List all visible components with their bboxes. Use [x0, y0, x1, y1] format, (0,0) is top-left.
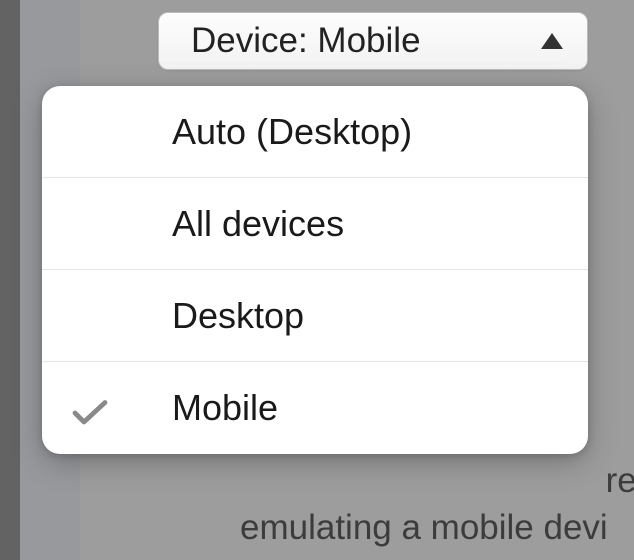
- chevron-up-icon: [541, 33, 563, 49]
- dropdown-item-label: Auto (Desktop): [172, 111, 568, 153]
- dropdown-item-label: Desktop: [172, 295, 568, 337]
- dropdown-item-label: Mobile: [172, 387, 568, 429]
- dropdown-item-mobile[interactable]: Mobile: [42, 362, 588, 454]
- check-icon: [72, 394, 108, 422]
- dropdown-item-auto-desktop[interactable]: Auto (Desktop): [42, 86, 588, 178]
- dropdown-item-all-devices[interactable]: All devices: [42, 178, 588, 270]
- device-dropdown-label: Device: Mobile: [191, 21, 421, 61]
- dropdown-item-desktop[interactable]: Desktop: [42, 270, 588, 362]
- device-dropdown-trigger[interactable]: Device: Mobile: [158, 12, 588, 70]
- check-slot: [72, 394, 172, 422]
- device-dropdown-menu: Auto (Desktop) All devices Desktop Mobil…: [42, 86, 588, 454]
- dropdown-item-label: All devices: [172, 203, 568, 245]
